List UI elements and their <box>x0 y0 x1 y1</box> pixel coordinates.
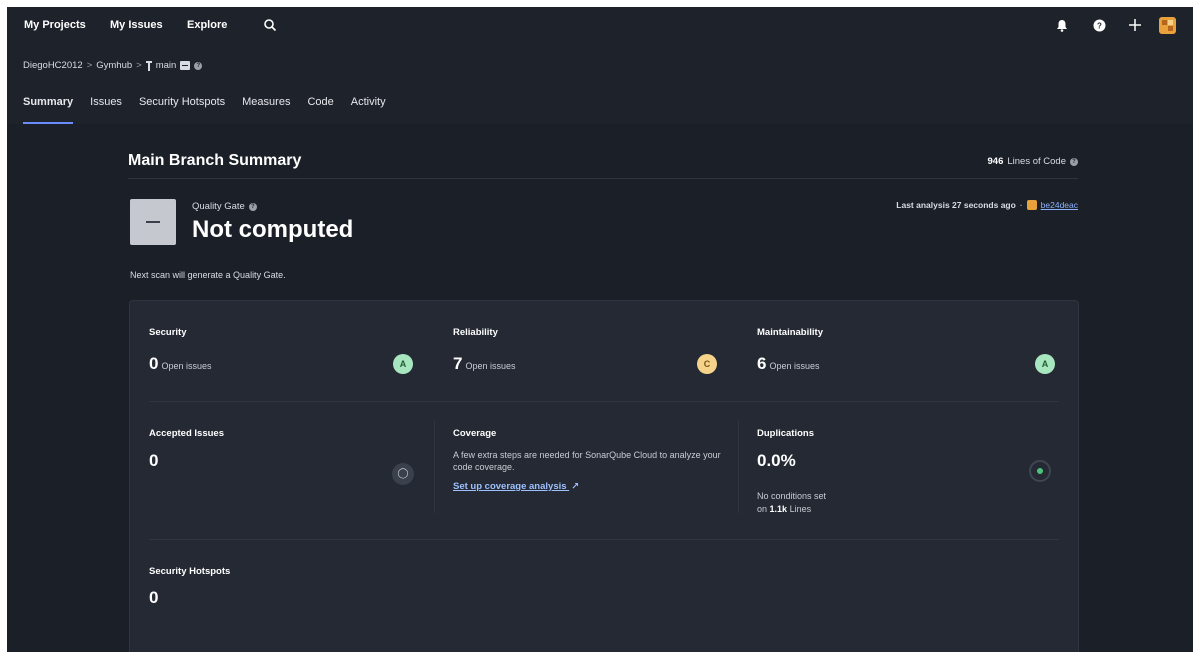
next-scan-note: Next scan will generate a Quality Gate. <box>130 270 286 280</box>
duplications-lines-value: 1.1k <box>769 504 788 514</box>
quality-gate-status-icon <box>130 199 176 245</box>
setup-coverage-link[interactable]: Set up coverage analysis ↗ <box>453 481 579 492</box>
help-icon[interactable]: ? <box>194 61 203 70</box>
security-hotspots-title: Security Hotspots <box>149 566 231 577</box>
tab-issues[interactable]: Issues <box>90 96 122 124</box>
help-icon[interactable]: ? <box>1093 19 1106 32</box>
main-content: Main Branch Summary 946 Lines of Code ? … <box>7 124 1193 652</box>
security-title: Security <box>149 327 187 338</box>
last-analysis: Last analysis 27 seconds ago · be24deac <box>896 200 1078 210</box>
tab-measures[interactable]: Measures <box>242 96 290 124</box>
lines-of-code: 946 Lines of Code ? <box>988 156 1078 167</box>
reliability-value[interactable]: 7 Open issues <box>453 354 516 374</box>
duplications-title: Duplications <box>757 428 815 439</box>
maintainability-value[interactable]: 6 Open issues <box>757 354 820 374</box>
tab-security-hotspots[interactable]: Security Hotspots <box>139 96 225 124</box>
security-count[interactable]: 0 <box>149 354 158 373</box>
quality-gate-status: Not computed <box>192 216 354 243</box>
separator-dot: · <box>1019 200 1023 210</box>
user-avatar[interactable] <box>1159 17 1176 34</box>
reliability-sub: Open issues <box>465 361 516 371</box>
page-title: Main Branch Summary <box>128 152 302 169</box>
maintainability-grade-badge[interactable]: A <box>1035 354 1055 374</box>
help-icon[interactable]: ? <box>1070 157 1078 166</box>
breadcrumb-branch[interactable]: main <box>156 60 177 71</box>
divider <box>738 421 739 513</box>
setup-coverage-link-text[interactable]: Set up coverage analysis <box>453 481 567 492</box>
duplications-value[interactable]: 0.0% <box>757 451 796 471</box>
bell-icon[interactable] <box>1056 19 1068 32</box>
duplications-note-line2: on 1.1k Lines <box>757 503 826 516</box>
tab-summary[interactable]: Summary <box>23 96 74 124</box>
coverage-description: A few extra steps are needed for SonarQu… <box>453 450 721 472</box>
quality-gate-label-text: Quality Gate <box>192 201 245 212</box>
tab-code[interactable]: Code <box>307 96 333 124</box>
maintainability-count[interactable]: 6 <box>757 354 766 373</box>
quality-gate-label: Quality Gate ? <box>192 201 257 212</box>
breadcrumb-separator: > <box>136 60 142 71</box>
duplications-lines-label: Lines <box>789 504 812 514</box>
commit-link[interactable]: be24deac <box>1041 200 1078 210</box>
security-grade-badge[interactable]: A <box>393 354 413 374</box>
lines-of-code-value[interactable]: 946 <box>988 156 1004 167</box>
nav-my-projects[interactable]: My Projects <box>24 19 86 31</box>
top-navbar: My Projects My Issues Explore ? <box>7 7 1193 44</box>
breadcrumb-organization[interactable]: DiegoHC2012 <box>23 60 83 71</box>
nav-my-issues[interactable]: My Issues <box>110 19 163 31</box>
divider <box>434 421 435 513</box>
breadcrumb: DiegoHC2012 > Gymhub > main ? <box>23 60 203 71</box>
reliability-grade-badge[interactable]: C <box>697 354 717 374</box>
nav-explore[interactable]: Explore <box>187 19 227 31</box>
breadcrumb-separator: > <box>86 60 93 71</box>
security-sub: Open issues <box>161 361 212 371</box>
commit-author-avatar <box>1026 200 1037 210</box>
last-analysis-text: Last analysis 27 seconds ago <box>896 200 1016 210</box>
duplications-note-line1: No conditions set <box>757 491 827 501</box>
branch-badge-icon <box>180 61 191 70</box>
branch-icon <box>145 60 152 71</box>
tab-activity[interactable]: Activity <box>351 96 386 124</box>
accepted-issues-icon: ◯ <box>392 463 414 485</box>
security-value[interactable]: 0 Open issues <box>149 354 212 374</box>
maintainability-sub: Open issues <box>769 361 820 371</box>
maintainability-title: Maintainability <box>757 327 823 338</box>
duplications-status-icon <box>1029 460 1051 482</box>
duplications-note-on: on <box>757 504 768 514</box>
accepted-issues-title: Accepted Issues <box>149 428 224 439</box>
plus-icon[interactable] <box>1128 18 1142 32</box>
divider <box>128 178 1078 179</box>
external-link-icon: ↗ <box>571 481 580 492</box>
reliability-title: Reliability <box>453 327 498 338</box>
project-tabs: Summary Issues Security Hotspots Measure… <box>23 96 403 124</box>
duplications-note: No conditions set on 1.1k Lines <box>757 490 826 516</box>
coverage-title: Coverage <box>453 428 497 439</box>
app-window: My Projects My Issues Explore ? DiegoHC2… <box>7 7 1193 652</box>
lines-of-code-label: Lines of Code <box>1007 156 1066 167</box>
divider <box>149 401 1059 402</box>
breadcrumb-project[interactable]: Gymhub <box>96 60 132 71</box>
accepted-issues-value[interactable]: 0 <box>149 451 158 471</box>
help-icon[interactable]: ? <box>248 202 257 211</box>
search-icon[interactable] <box>263 18 277 32</box>
metrics-panel: Security 0 Open issues A Reliability 7 Ope… <box>129 300 1079 652</box>
divider <box>149 539 1059 540</box>
project-header: DiegoHC2012 > Gymhub > main ? Summary Is… <box>7 44 1193 125</box>
svg-text:?: ? <box>1097 22 1102 31</box>
reliability-count[interactable]: 7 <box>453 354 462 373</box>
security-hotspots-value[interactable]: 0 <box>149 588 158 608</box>
